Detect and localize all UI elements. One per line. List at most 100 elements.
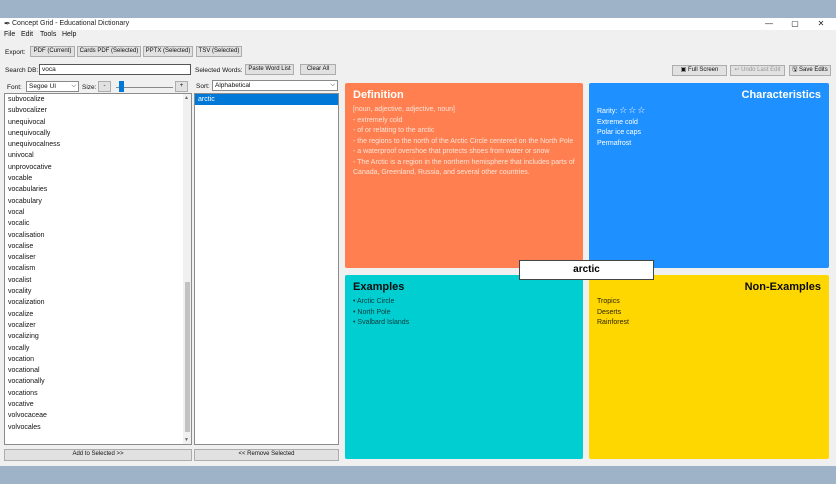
list-item[interactable]: subvocalizer xyxy=(5,105,191,116)
list-item[interactable]: vocalise xyxy=(5,241,191,252)
selected-words-label: Selected Words: xyxy=(195,67,243,74)
list-item[interactable]: vocaliser xyxy=(5,252,191,263)
list-item[interactable]: vocalic xyxy=(5,218,191,229)
list-item[interactable]: vocalizer xyxy=(5,320,191,331)
list-item[interactable]: vocalize xyxy=(5,309,191,320)
full-screen-button[interactable]: ▣ Full Screen xyxy=(672,65,727,76)
sort-label: Sort: xyxy=(196,83,210,90)
export-label: Export: xyxy=(5,49,26,56)
definition-line: - of or relating to the arctic xyxy=(353,127,435,134)
list-item[interactable]: vocations xyxy=(5,388,191,399)
non-examples-title: Non-Examples xyxy=(744,281,821,293)
save-edits-button[interactable]: 🖫 Save Edits xyxy=(789,65,831,76)
word-list-items: subvocalize subvocalizer unequivocal unequi… xyxy=(5,94,191,433)
sort-select[interactable]: Alphabetical ⌵ xyxy=(212,80,338,91)
example-item: • North Pole xyxy=(353,308,391,316)
definition-line: - the regions to the north of the Arctic… xyxy=(353,137,574,145)
menu-file[interactable]: File xyxy=(4,31,15,38)
window-title: Concept Grid - Educational Dictionary xyxy=(12,20,130,27)
list-item[interactable]: vocality xyxy=(5,286,191,297)
title-bar: ✒ Concept Grid - Educational Dictionary … xyxy=(0,18,836,30)
undo-last-edit-button[interactable]: ↩ Undo Last Edit xyxy=(730,65,785,76)
minimize-button[interactable]: — xyxy=(758,18,780,30)
rarity-label: Rarity: xyxy=(597,108,618,115)
definition-line: - a waterproof overshoe that protects sh… xyxy=(353,148,550,155)
characteristics-title: Characteristics xyxy=(741,89,822,101)
size-increase-button[interactable]: + xyxy=(175,81,188,92)
chevron-down-icon: ⌵ xyxy=(330,82,335,88)
app-window: ✒ Concept Grid - Educational Dictionary … xyxy=(0,18,836,466)
list-item[interactable]: vocalisation xyxy=(5,230,191,241)
definition-panel[interactable]: Definition [noun, adjective, adjective, … xyxy=(345,83,583,268)
scroll-down-icon[interactable]: ▼ xyxy=(184,437,189,443)
characteristics-panel[interactable]: Characteristics Rarity: ☆☆☆ Extreme cold… xyxy=(589,83,829,268)
list-item[interactable]: vocalist xyxy=(5,275,191,286)
export-pptx-button[interactable]: PPTX (Selected) xyxy=(143,46,193,57)
search-input[interactable]: voca xyxy=(39,64,191,75)
feather-icon: ✒ xyxy=(4,19,11,28)
remove-selected-button[interactable]: << Remove Selected xyxy=(194,449,339,461)
list-item[interactable]: unprovocative xyxy=(5,162,191,173)
rarity-stars-icon[interactable]: ☆☆☆ xyxy=(619,105,646,115)
font-label: Font: xyxy=(7,84,22,91)
example-item: • Arctic Circle xyxy=(353,298,395,305)
export-tsv-button[interactable]: TSV (Selected) xyxy=(196,46,242,57)
definition-line: [noun, adjective, adjective, noun] xyxy=(353,106,455,113)
list-item[interactable]: vocationally xyxy=(5,376,191,387)
non-example-item: Rainforest xyxy=(597,319,629,326)
paste-word-list-button[interactable]: Paste Word List xyxy=(245,64,294,75)
size-label: Size: xyxy=(82,84,97,91)
center-word-field[interactable]: arctic xyxy=(519,260,654,280)
list-item[interactable]: vocable xyxy=(5,173,191,184)
list-item[interactable]: vocative xyxy=(5,399,191,410)
list-item[interactable]: unequivocal xyxy=(5,117,191,128)
examples-panel[interactable]: Examples • Arctic Circle • North Pole • Sv… xyxy=(345,275,583,459)
menu-edit[interactable]: Edit xyxy=(21,31,33,38)
scroll-up-icon[interactable]: ▲ xyxy=(184,95,189,101)
list-item[interactable]: univocal xyxy=(5,150,191,161)
list-item[interactable]: vocabularies xyxy=(5,184,191,195)
list-item[interactable]: vocalism xyxy=(5,263,191,274)
maximize-button[interactable]: ▢ xyxy=(784,18,806,30)
non-examples-panel[interactable]: Non-Examples Tropics Deserts Rainforest xyxy=(589,275,829,459)
selected-list-items: arctic xyxy=(195,94,338,106)
list-item[interactable]: volvocaceae xyxy=(5,410,191,421)
list-item[interactable]: unequivocally xyxy=(5,128,191,139)
characteristics-list: Extreme cold Polar ice caps Permafrost xyxy=(597,118,821,150)
list-item[interactable]: vocational xyxy=(5,365,191,376)
selected-words-list[interactable]: arctic xyxy=(194,93,339,445)
list-item[interactable]: vocalizing xyxy=(5,331,191,342)
list-item[interactable]: subvocalize xyxy=(5,94,191,105)
examples-list: • Arctic Circle • North Pole • Svalbard Is… xyxy=(353,297,575,329)
menu-tools[interactable]: Tools xyxy=(40,31,56,38)
word-list[interactable]: subvocalize subvocalizer unequivocal unequi… xyxy=(4,93,192,445)
add-to-selected-button[interactable]: Add to Selected >> xyxy=(4,449,192,461)
characteristic-item: Polar ice caps xyxy=(597,129,641,136)
export-pdf-current-button[interactable]: PDF (Current) xyxy=(30,46,75,57)
list-item[interactable]: vocally xyxy=(5,343,191,354)
menu-help[interactable]: Help xyxy=(62,31,76,38)
list-item[interactable]: vocabulary xyxy=(5,196,191,207)
clear-all-button[interactable]: Clear All xyxy=(300,64,336,75)
list-item[interactable]: volvocales xyxy=(5,422,191,433)
characteristic-item: Permafrost xyxy=(597,139,632,147)
size-slider-thumb[interactable] xyxy=(118,81,124,92)
rarity-row: Rarity: ☆☆☆ xyxy=(597,105,821,118)
menu-bar: File Edit Tools Help xyxy=(0,31,836,41)
selected-word-item[interactable]: arctic xyxy=(195,94,338,106)
list-item[interactable]: vocation xyxy=(5,354,191,365)
search-label: Search DB: xyxy=(5,67,39,74)
list-item[interactable]: vocal xyxy=(5,207,191,218)
size-decrease-button[interactable]: - xyxy=(98,81,111,92)
example-item: • Svalbard Islands xyxy=(353,319,410,326)
size-slider-track[interactable] xyxy=(116,87,173,88)
list-item[interactable]: vocalization xyxy=(5,297,191,308)
font-select[interactable]: Segoe UI ⌵ xyxy=(26,81,79,92)
export-cards-pdf-button[interactable]: Cards PDF (Selected) xyxy=(77,46,141,57)
word-list-scrollbar[interactable]: ▲ ▼ xyxy=(183,94,191,444)
non-example-item: Deserts xyxy=(597,308,622,316)
save-icon: 🖫 xyxy=(792,67,798,73)
scroll-thumb[interactable] xyxy=(185,282,190,432)
list-item[interactable]: unequivocalness xyxy=(5,139,191,150)
close-button[interactable]: ✕ xyxy=(810,18,832,30)
